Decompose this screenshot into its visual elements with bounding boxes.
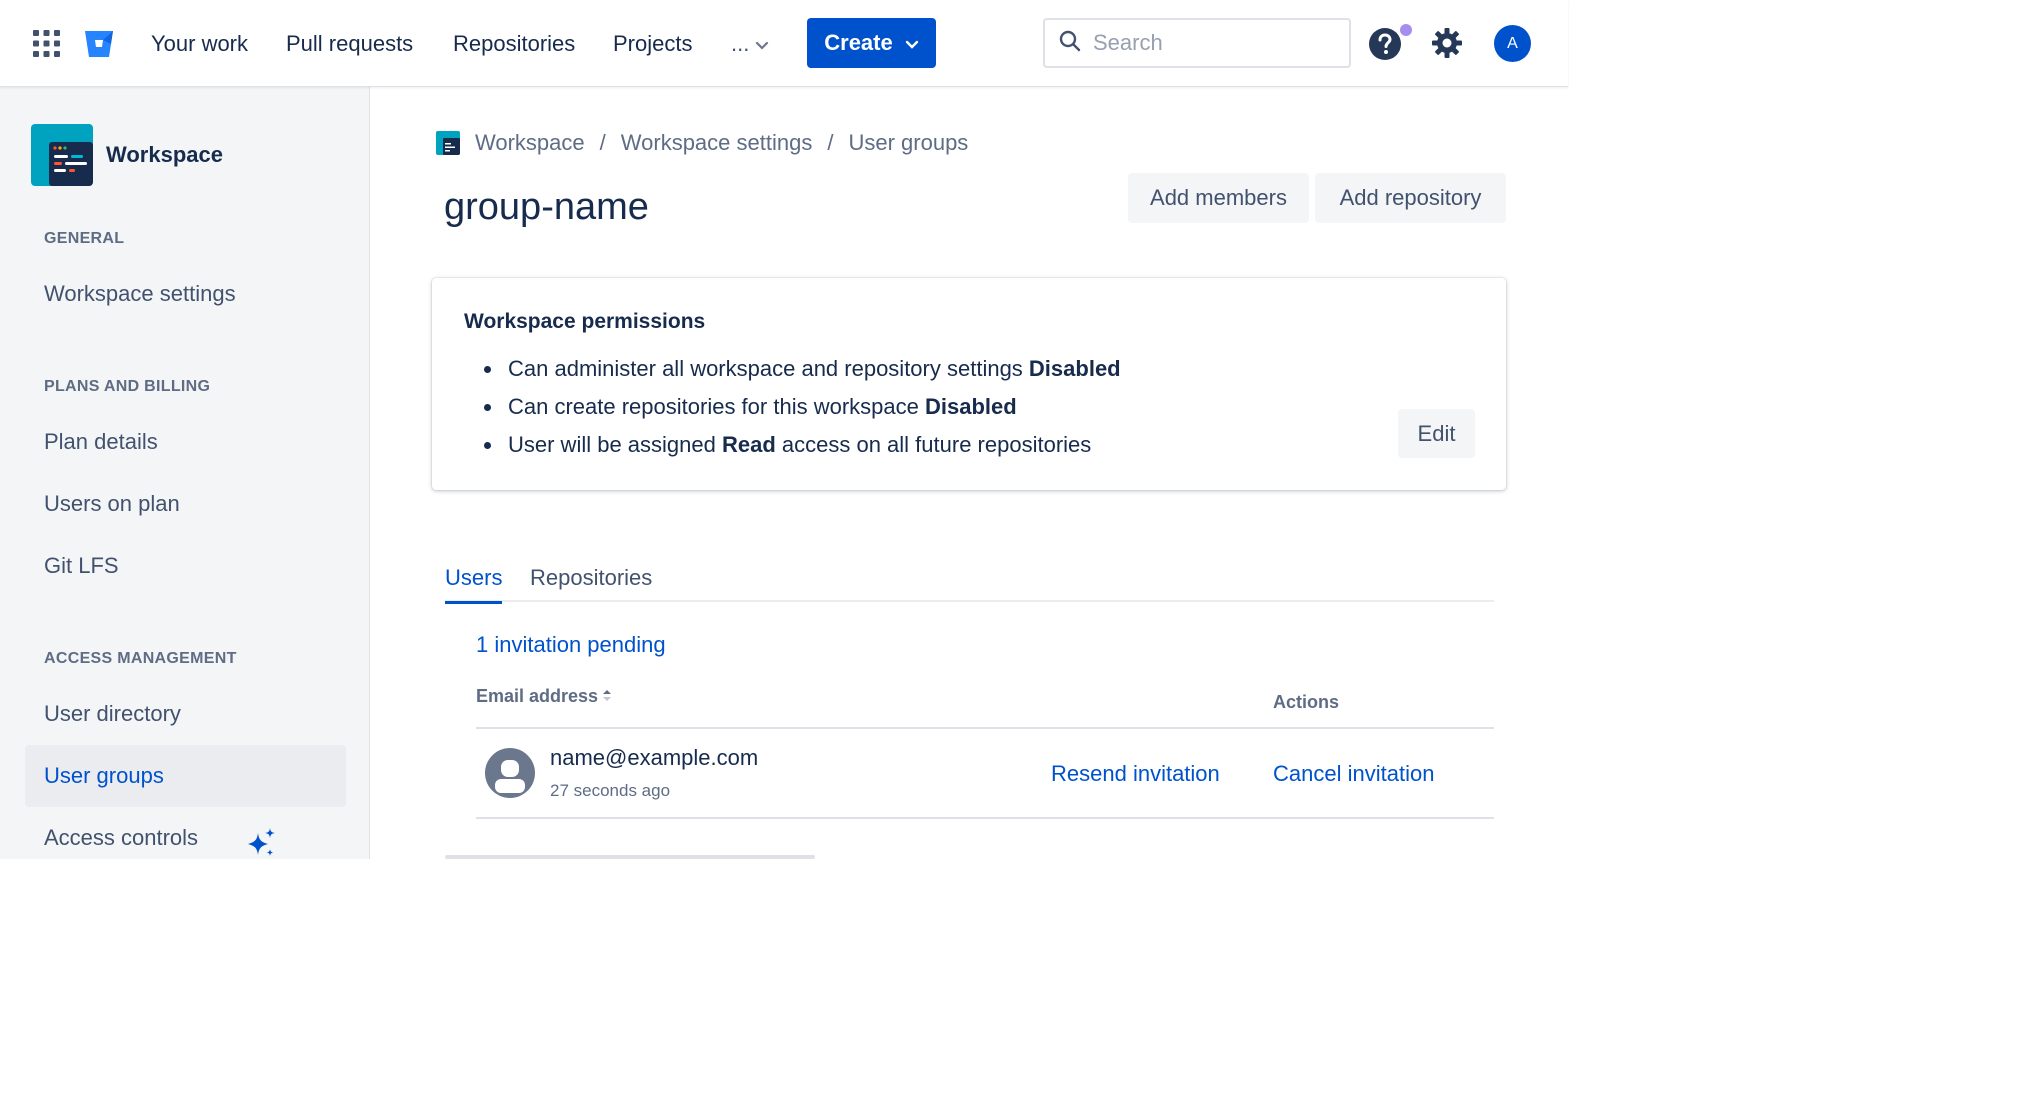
sparkle-icon [245, 821, 277, 856]
nav-projects[interactable]: Projects [613, 28, 692, 60]
permission-item: Can create repositories for this workspa… [504, 393, 1121, 431]
permission-status: Disabled [924, 394, 1017, 419]
column-header-email-label: Email address [476, 686, 599, 706]
column-header-email[interactable]: Email address [476, 686, 612, 707]
invitee-email: name@example.com [550, 745, 759, 770]
table-row-divider [476, 817, 1494, 819]
sidebar-item-label: Access controls [44, 825, 199, 850]
sidebar-heading-plans-billing: PLANS AND BILLING [44, 378, 211, 395]
add-repository-button[interactable]: Add repository [1315, 173, 1506, 223]
permission-text: Can create repositories for this workspa… [508, 394, 925, 419]
sort-icon [602, 686, 612, 707]
sidebar-heading-general: GENERAL [44, 230, 125, 247]
breadcrumb-workspace[interactable]: Workspace [475, 130, 585, 156]
breadcrumb: Workspace / Workspace settings / User gr… [436, 128, 968, 158]
sidebar-item-plan-details[interactable]: Plan details [25, 411, 346, 473]
create-button[interactable]: Create [807, 18, 936, 68]
nav-repositories[interactable]: Repositories [453, 28, 575, 60]
permission-item: Can administer all workspace and reposit… [504, 355, 1121, 393]
scroll-edge [445, 855, 815, 859]
permission-status: Disabled [1028, 356, 1121, 381]
create-button-label: Create [824, 30, 893, 55]
search-input[interactable] [1093, 30, 1333, 56]
gear-icon[interactable] [1431, 27, 1463, 59]
workspace-logo-icon [31, 124, 93, 186]
breadcrumb-user-groups[interactable]: User groups [848, 130, 968, 156]
sidebar-item-git-lfs[interactable]: Git LFS [25, 535, 346, 597]
tab-users[interactable]: Users [445, 562, 503, 604]
chevron-down-icon [905, 30, 919, 56]
search-box[interactable] [1043, 18, 1351, 68]
workspace-icon [436, 131, 460, 155]
page-title: group-name [444, 186, 649, 228]
breadcrumb-workspace-settings[interactable]: Workspace settings [621, 130, 813, 156]
tab-repositories[interactable]: Repositories [530, 562, 652, 602]
permission-text: Can administer all workspace and reposit… [508, 356, 1029, 381]
app-switcher-icon[interactable] [33, 30, 60, 57]
sidebar-heading-access-management: ACCESS MANAGEMENT [44, 650, 237, 667]
sidebar-item-user-groups[interactable]: User groups [25, 745, 346, 807]
group-tabs: Users Repositories [445, 562, 1494, 604]
notification-dot [1400, 24, 1412, 36]
top-navigation: Your work Pull requests Repositories Pro… [0, 0, 1568, 87]
cancel-invitation-link[interactable]: Cancel invitation [1273, 761, 1434, 787]
workspace-name: Workspace [106, 142, 223, 167]
search-icon [1059, 30, 1081, 57]
help-icon[interactable] [1368, 27, 1402, 61]
pending-invitations-link[interactable]: 1 invitation pending [476, 632, 666, 658]
nav-your-work[interactable]: Your work [151, 28, 248, 60]
table-header-divider [476, 727, 1494, 729]
permission-text-after: access on all future repositories [775, 432, 1092, 457]
sidebar-item-users-on-plan[interactable]: Users on plan [25, 473, 346, 535]
breadcrumb-separator: / [599, 130, 606, 155]
edit-permissions-button[interactable]: Edit [1398, 409, 1475, 458]
resend-invitation-link[interactable]: Resend invitation [1051, 761, 1220, 787]
sidebar-item-user-directory[interactable]: User directory [25, 683, 346, 745]
breadcrumb-separator: / [827, 130, 834, 155]
user-avatar[interactable]: A [1494, 25, 1531, 62]
sidebar-item-workspace-settings[interactable]: Workspace settings [25, 263, 346, 325]
column-header-actions: Actions [1273, 692, 1340, 712]
chevron-down-icon [755, 28, 769, 60]
nav-pull-requests[interactable]: Pull requests [286, 28, 413, 60]
sidebar: Workspace GENERAL Workspace settings PLA… [0, 87, 370, 859]
nav-more-menu[interactable]: ... [731, 28, 769, 60]
bitbucket-logo-icon[interactable] [84, 30, 114, 58]
permissions-title: Workspace permissions [464, 310, 706, 333]
permissions-list: Can administer all workspace and reposit… [504, 355, 1121, 469]
user-placeholder-avatar-icon [485, 748, 535, 798]
nav-more-label: ... [731, 31, 750, 56]
invitation-timestamp: 27 seconds ago [550, 781, 671, 800]
permission-item: User will be assigned Read access on all… [504, 431, 1121, 469]
permission-access-level: Read [721, 432, 776, 457]
add-members-button[interactable]: Add members [1128, 173, 1309, 223]
workspace-permissions-card: Workspace permissions Can administer all… [432, 278, 1506, 490]
sidebar-item-access-controls[interactable]: Access controls [25, 807, 346, 869]
permission-text: User will be assigned [508, 432, 722, 457]
